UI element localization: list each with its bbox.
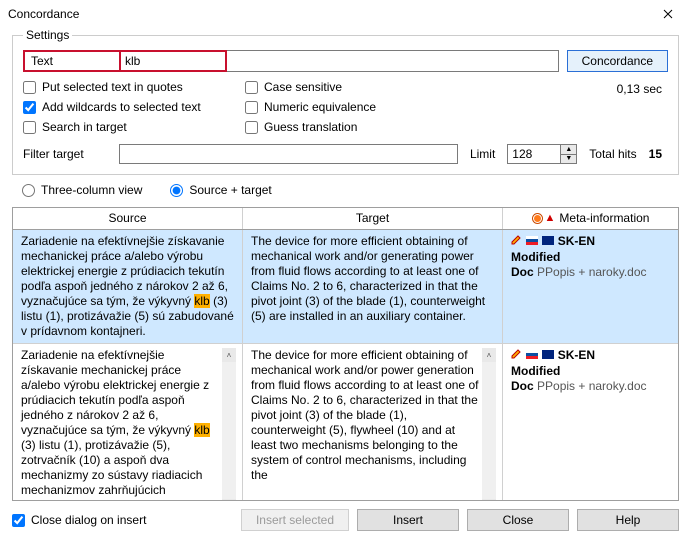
help-button[interactable]: Help: [577, 509, 679, 531]
close-button[interactable]: Close: [467, 509, 569, 531]
put-quotes-label: Put selected text in quotes: [42, 80, 183, 94]
filter-target-label: Filter target: [23, 147, 107, 161]
source-text-pre: Zariadenie na efektívnejšie získavanie m…: [21, 348, 209, 437]
target-text: The device for more efficient obtaining …: [251, 348, 482, 500]
cell-target[interactable]: The device for more efficient obtaining …: [243, 344, 503, 500]
limit-down-icon[interactable]: ▼: [561, 154, 576, 164]
doc-label: Doc: [511, 265, 534, 279]
info-icon: ▲: [532, 212, 556, 224]
cell-source[interactable]: Zariadenie na efektívnejšie získavanie m…: [13, 344, 243, 500]
source-text-post: (3) listu (1), protizávažie (5), zotrvač…: [21, 438, 202, 500]
case-sensitive-label: Case sensitive: [264, 80, 342, 94]
put-quotes-checkbox[interactable]: [23, 81, 36, 94]
lang-pair-label: SK-EN: [558, 234, 595, 248]
insert-selected-button: Insert selected: [241, 509, 349, 531]
cell-target[interactable]: The device for more efficient obtaining …: [243, 230, 503, 343]
add-wildcards-label: Add wildcards to selected text: [42, 100, 201, 114]
lang-pair-label: SK-EN: [558, 348, 595, 362]
close-on-insert-label: Close dialog on insert: [31, 513, 146, 527]
col-meta-header[interactable]: ▲ Meta-information: [503, 208, 678, 229]
match-highlight: klb: [194, 423, 209, 437]
doc-name: PPopis + naroky.doc: [537, 379, 647, 393]
table-row[interactable]: Zariadenie na efektívnejšie získavanie m…: [13, 344, 678, 500]
cell-scrollbar[interactable]: ˄˅: [222, 348, 236, 500]
modified-label: Modified: [511, 250, 672, 265]
flag-pair-icon: [526, 236, 554, 245]
col-target-header[interactable]: Target: [243, 208, 503, 229]
three-column-radio[interactable]: [22, 184, 35, 197]
source-target-label: Source + target: [189, 183, 271, 197]
col-source-header[interactable]: Source: [13, 208, 243, 229]
cell-source[interactable]: Zariadenie na efektívnejšie získavanie m…: [13, 230, 243, 343]
modified-label: Modified: [511, 364, 672, 379]
label-text: Text: [23, 50, 119, 72]
close-on-insert-checkbox[interactable]: [12, 514, 25, 527]
source-target-radio[interactable]: [170, 184, 183, 197]
timing-label: 0,13 sec: [617, 80, 668, 134]
cell-scrollbar[interactable]: ˄˅: [482, 348, 496, 500]
search-input-ext[interactable]: [227, 50, 559, 72]
add-wildcards-checkbox[interactable]: [23, 101, 36, 114]
table-row[interactable]: Zariadenie na efektívnejšie získavanie m…: [13, 230, 678, 344]
col-meta-label: Meta-information: [559, 211, 649, 225]
search-in-target-label: Search in target: [42, 120, 127, 134]
limit-input[interactable]: [508, 145, 560, 163]
doc-label: Doc: [511, 379, 534, 393]
search-in-target-checkbox[interactable]: [23, 121, 36, 134]
window-title: Concordance: [8, 7, 79, 21]
numeric-equiv-checkbox[interactable]: [245, 101, 258, 114]
total-hits-label: Total hits: [589, 147, 636, 161]
limit-stepper[interactable]: ▲▼: [507, 144, 577, 164]
filter-target-input[interactable]: [119, 144, 458, 164]
results-table: Source Target ▲ Meta-information Zariade…: [12, 207, 679, 501]
flag-pair-icon: [526, 350, 554, 359]
settings-legend: Settings: [23, 28, 72, 42]
match-highlight: klb: [194, 294, 209, 308]
case-sensitive-checkbox[interactable]: [245, 81, 258, 94]
limit-label: Limit: [470, 147, 495, 161]
doc-name: PPopis + naroky.doc: [537, 265, 647, 279]
guess-translation-label: Guess translation: [264, 120, 357, 134]
settings-group: Settings Text Concordance Put selected t…: [12, 28, 679, 175]
pencil-icon: [511, 235, 521, 245]
limit-up-icon[interactable]: ▲: [561, 145, 576, 154]
cell-meta[interactable]: SK-EN Modified Doc PPopis + naroky.doc: [503, 344, 678, 500]
cell-meta[interactable]: SK-EN Modified Doc PPopis + naroky.doc: [503, 230, 678, 343]
numeric-equiv-label: Numeric equivalence: [264, 100, 376, 114]
window-close-button[interactable]: [653, 2, 683, 26]
three-column-label: Three-column view: [41, 183, 142, 197]
insert-button[interactable]: Insert: [357, 509, 459, 531]
pencil-icon: [511, 349, 521, 359]
concordance-button[interactable]: Concordance: [567, 50, 668, 72]
search-input[interactable]: [121, 52, 225, 70]
guess-translation-checkbox[interactable]: [245, 121, 258, 134]
total-hits-value: 15: [649, 147, 668, 161]
